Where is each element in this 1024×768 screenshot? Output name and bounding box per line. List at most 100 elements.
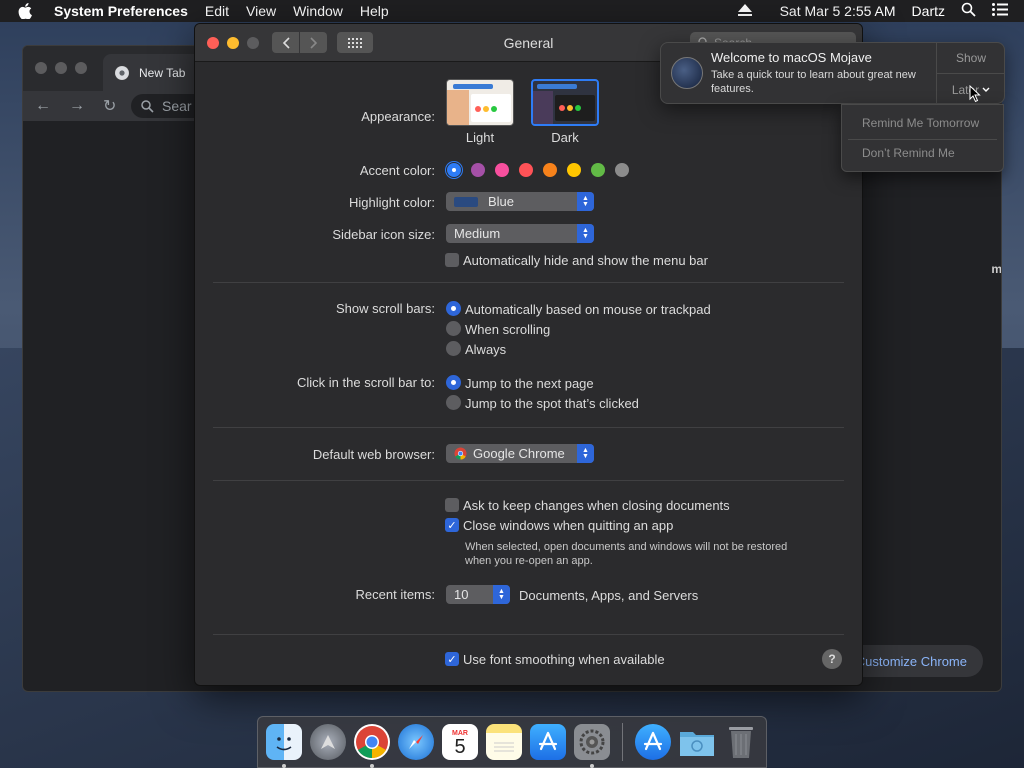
mojave-icon xyxy=(671,57,703,89)
appearance-label: Appearance: xyxy=(361,109,435,124)
highlight-color-value: Blue xyxy=(488,194,515,209)
recent-items-label: Recent items: xyxy=(355,587,435,602)
accent-color-swatch[interactable] xyxy=(567,163,581,177)
menu-bar: System Preferences Edit View Window Help… xyxy=(0,0,1024,22)
dock-safari-icon[interactable] xyxy=(398,724,434,760)
dock-notes-icon[interactable] xyxy=(486,724,522,760)
notification-message: Take a quick tour to learn about great n… xyxy=(711,69,916,95)
dock-calendar-icon[interactable]: MAR 5 xyxy=(442,724,478,760)
accent-color-swatch[interactable] xyxy=(495,163,509,177)
auto-hide-menubar-checkbox[interactable] xyxy=(445,253,459,267)
scroll-auto-radio[interactable] xyxy=(446,301,461,316)
default-browser-label: Default web browser: xyxy=(312,447,435,462)
menu-help[interactable]: Help xyxy=(360,3,389,19)
jump-next-page-label: Jump to the next page xyxy=(465,376,594,391)
dock-app-store-download-icon[interactable] xyxy=(635,724,671,760)
accent-color-swatch[interactable] xyxy=(615,163,629,177)
close-windows-note-line2: when you re-open an app. xyxy=(465,555,593,567)
ask-keep-changes-checkbox[interactable] xyxy=(445,498,459,512)
notification-show-button[interactable]: Show xyxy=(937,43,1005,74)
scroll-bars-label: Show scroll bars: xyxy=(336,301,435,316)
chrome-side-text: m xyxy=(991,262,1002,276)
popup-arrows-icon: ▲ ▼ xyxy=(577,444,594,463)
help-button[interactable]: ? xyxy=(822,649,842,669)
spotlight-icon[interactable] xyxy=(961,2,976,20)
highlight-color-swatch xyxy=(454,196,478,207)
menu-window[interactable]: Window xyxy=(293,3,343,19)
scroll-always-label: Always xyxy=(465,342,507,357)
menu-view[interactable]: View xyxy=(246,3,276,19)
back-arrow-icon[interactable]: ← xyxy=(35,97,51,115)
later-dropdown-menu: Remind Me Tomorrow Don’t Remind Me xyxy=(841,104,1004,172)
appearance-dark-option[interactable] xyxy=(531,79,599,126)
mouse-cursor-icon xyxy=(969,84,981,108)
menu-edit[interactable]: Edit xyxy=(205,3,229,19)
dock-chrome-icon[interactable] xyxy=(354,724,390,768)
accent-color-swatch[interactable] xyxy=(471,163,485,177)
apple-menu-icon[interactable] xyxy=(18,3,34,19)
sidebar-icon-size-value: Medium xyxy=(454,226,501,241)
separator xyxy=(213,634,844,635)
reload-icon[interactable]: ↻ xyxy=(103,96,116,116)
omnibox-search-icon xyxy=(141,99,154,113)
scroll-auto-label: Automatically based on mouse or trackpad xyxy=(465,302,711,317)
close-windows-checkbox[interactable]: ✓ xyxy=(445,518,459,532)
dock-separator xyxy=(622,723,623,761)
recent-items-value: 10 xyxy=(454,587,469,602)
scroll-when-scrolling-label: When scrolling xyxy=(465,322,551,337)
accent-color-swatch[interactable] xyxy=(543,163,557,177)
dock: MAR 5 xyxy=(257,716,767,768)
system-preferences-window: General Search Appearance: Light Dark Ac… xyxy=(194,23,863,686)
notification-center-icon[interactable] xyxy=(992,3,1008,19)
dock-downloads-folder-icon[interactable] xyxy=(679,724,715,760)
appearance-dark-caption: Dark xyxy=(551,130,579,145)
dock-finder-icon[interactable] xyxy=(266,724,302,768)
dock-trash-icon[interactable] xyxy=(723,724,759,760)
menu-app-name[interactable]: System Preferences xyxy=(54,3,188,19)
accent-color-swatch[interactable] xyxy=(519,163,533,177)
dock-launchpad-icon[interactable] xyxy=(310,724,346,760)
menubar-user[interactable]: Dartz xyxy=(912,3,945,19)
highlight-color-popup[interactable]: Blue ▲ ▼ xyxy=(446,192,594,211)
popup-arrows-icon: ▲ ▼ xyxy=(577,224,594,243)
separator xyxy=(213,480,844,481)
highlight-color-label: Highlight color: xyxy=(349,195,435,210)
notification-title: Welcome to macOS Mojave xyxy=(711,50,872,65)
scroll-always-radio[interactable] xyxy=(446,341,461,356)
chrome-tab-title: New Tab xyxy=(139,65,186,80)
default-browser-popup[interactable]: Google Chrome ▲ ▼ xyxy=(446,444,594,463)
dock-app-store-icon[interactable] xyxy=(530,724,566,760)
font-smoothing-label: Use font smoothing when available xyxy=(463,652,665,667)
menubar-datetime[interactable]: Sat Mar 5 2:55 AM xyxy=(780,3,896,19)
popup-arrows-icon: ▲ ▼ xyxy=(577,192,594,211)
menu-separator xyxy=(848,139,997,140)
chrome-traffic-lights[interactable] xyxy=(35,62,87,74)
dont-remind-item[interactable]: Don’t Remind Me xyxy=(862,146,955,160)
jump-spot-radio[interactable] xyxy=(446,395,461,410)
chrome-tab-icon xyxy=(115,65,129,80)
popup-arrows-icon: ▲ ▼ xyxy=(493,585,510,604)
remind-tomorrow-item[interactable]: Remind Me Tomorrow xyxy=(862,116,979,130)
chrome-icon xyxy=(454,447,467,460)
dock-system-preferences-icon[interactable] xyxy=(574,724,610,768)
recent-items-suffix: Documents, Apps, and Servers xyxy=(519,588,699,603)
default-browser-value: Google Chrome xyxy=(473,446,565,461)
ask-keep-changes-label: Ask to keep changes when closing documen… xyxy=(463,498,730,513)
jump-next-page-radio[interactable] xyxy=(446,375,461,390)
separator xyxy=(213,427,844,428)
eject-icon[interactable] xyxy=(737,3,752,19)
jump-spot-label: Jump to the spot that’s clicked xyxy=(465,396,639,411)
sidebar-icon-size-label: Sidebar icon size: xyxy=(332,227,435,242)
appearance-light-option[interactable] xyxy=(446,79,514,126)
accent-color-swatch[interactable] xyxy=(591,163,605,177)
accent-color-swatch[interactable] xyxy=(447,163,461,177)
forward-arrow-icon[interactable]: → xyxy=(69,97,85,115)
chevron-down-icon xyxy=(982,87,990,92)
accent-color-label: Accent color: xyxy=(359,163,435,178)
mojave-notification[interactable]: Welcome to macOS Mojave Take a quick tou… xyxy=(660,42,1005,104)
font-smoothing-checkbox[interactable]: ✓ xyxy=(445,652,459,666)
scroll-when-scrolling-radio[interactable] xyxy=(446,321,461,336)
sidebar-icon-size-popup[interactable]: Medium ▲ ▼ xyxy=(446,224,594,243)
calendar-day: 5 xyxy=(454,735,466,758)
recent-items-popup[interactable]: 10 ▲ ▼ xyxy=(446,585,510,604)
